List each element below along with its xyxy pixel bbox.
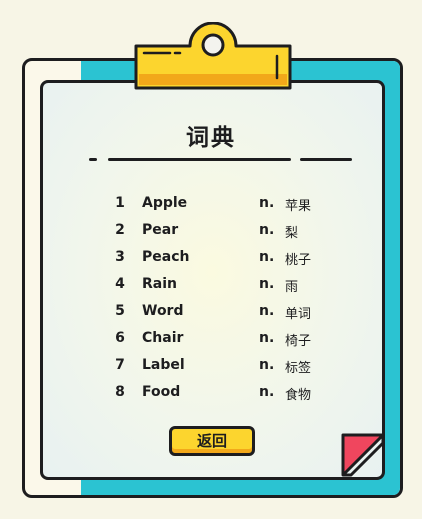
list-item: 8 Food n. 食物 bbox=[0, 384, 422, 411]
entry-meaning: 苹果 bbox=[285, 199, 312, 214]
list-item: 6 Chair n. 椅子 bbox=[0, 330, 422, 357]
entry-word: Food bbox=[142, 384, 181, 400]
entry-number: 5 bbox=[115, 303, 125, 319]
entry-number: 3 bbox=[115, 249, 125, 265]
entry-part-of-speech: n. bbox=[259, 303, 275, 319]
entry-word: Apple bbox=[142, 195, 188, 211]
entry-part-of-speech: n. bbox=[259, 195, 275, 211]
entry-part-of-speech: n. bbox=[259, 276, 275, 292]
entry-meaning: 食物 bbox=[285, 388, 312, 403]
title-divider-tail bbox=[300, 158, 352, 161]
page-fold-corner bbox=[341, 433, 385, 477]
page-title: 词典 bbox=[186, 125, 236, 151]
entry-number: 6 bbox=[115, 330, 125, 346]
entry-word: Chair bbox=[142, 330, 184, 346]
entry-part-of-speech: n. bbox=[259, 249, 275, 265]
entry-word: Word bbox=[142, 303, 184, 319]
entry-word: Label bbox=[142, 357, 185, 373]
entry-part-of-speech: n. bbox=[259, 357, 275, 373]
list-item: 3 Peach n. 桃子 bbox=[0, 249, 422, 276]
entry-meaning: 椅子 bbox=[285, 334, 312, 349]
entry-meaning: 桃子 bbox=[285, 253, 312, 268]
list-item: 2 Pear n. 梨 bbox=[0, 222, 422, 249]
entry-meaning: 标签 bbox=[285, 361, 312, 376]
back-button[interactable]: 返回 bbox=[169, 426, 255, 456]
entry-meaning: 梨 bbox=[285, 226, 299, 241]
entry-meaning: 单词 bbox=[285, 307, 312, 322]
entry-meaning: 雨 bbox=[285, 280, 299, 295]
entry-number: 7 bbox=[115, 357, 125, 373]
title-divider-line bbox=[108, 158, 291, 161]
entry-word: Pear bbox=[142, 222, 179, 238]
entry-number: 1 bbox=[115, 195, 125, 211]
list-item: 4 Rain n. 雨 bbox=[0, 276, 422, 303]
entry-part-of-speech: n. bbox=[259, 222, 275, 238]
list-item: 1 Apple n. 苹果 bbox=[0, 195, 422, 222]
entry-word: Peach bbox=[142, 249, 190, 265]
entry-number: 4 bbox=[115, 276, 125, 292]
list-item: 5 Word n. 单词 bbox=[0, 303, 422, 330]
list-item: 7 Label n. 标签 bbox=[0, 357, 422, 384]
clipboard-clip bbox=[134, 22, 292, 90]
entry-number: 8 bbox=[115, 384, 125, 400]
entry-part-of-speech: n. bbox=[259, 330, 275, 346]
title-divider-dash bbox=[89, 158, 97, 161]
entry-part-of-speech: n. bbox=[259, 384, 275, 400]
entry-number: 2 bbox=[115, 222, 125, 238]
entry-word: Rain bbox=[142, 276, 177, 292]
